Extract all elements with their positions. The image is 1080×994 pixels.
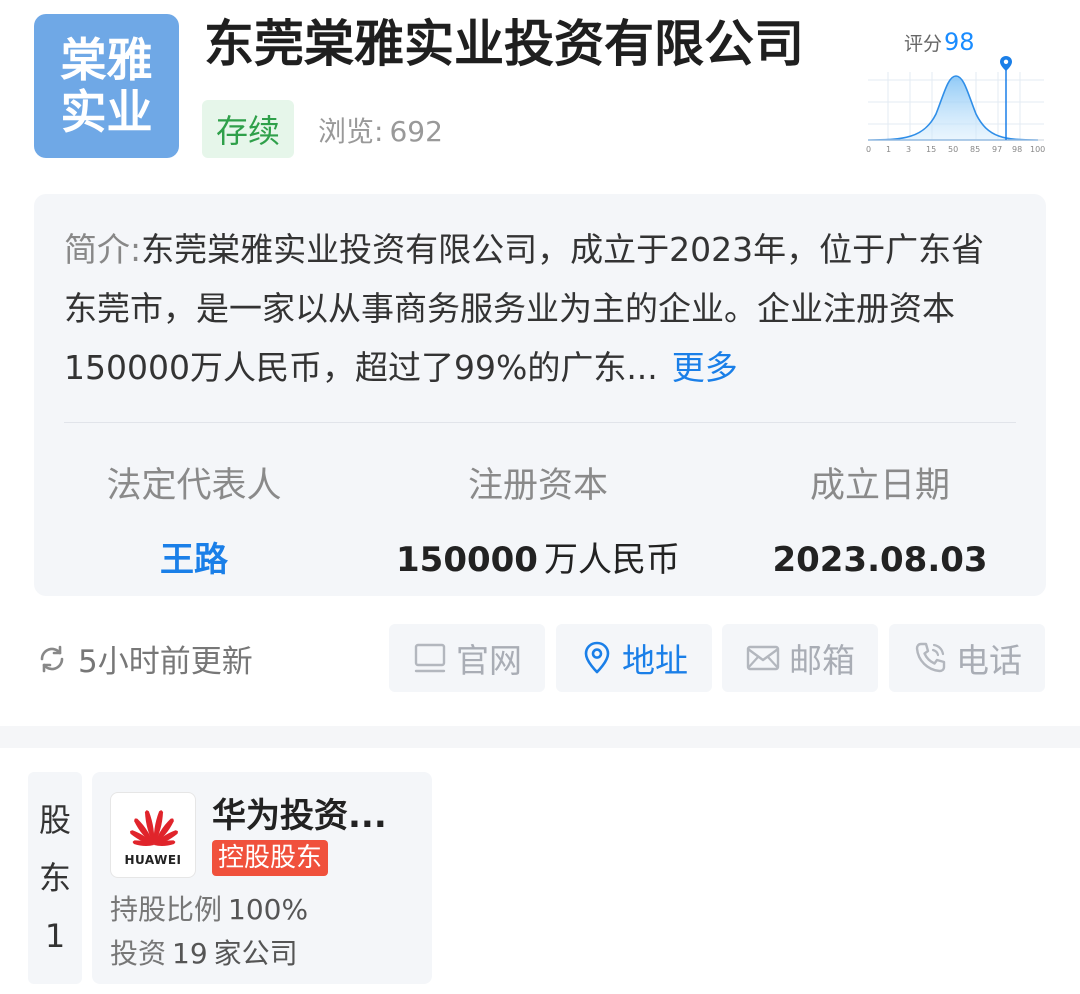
view-count: 浏览: 692 (318, 110, 443, 150)
intro-label: 简介: (64, 230, 142, 269)
mail-icon (746, 645, 780, 671)
shareholder-tab-count: 1 (44, 917, 66, 955)
website-label: 官网 (456, 641, 522, 680)
email-label: 邮箱 (789, 641, 855, 680)
view-count-label: 浏览: (318, 115, 384, 148)
shareholder-name[interactable]: 华为投资... (212, 788, 387, 837)
capital-unit: 万人民币 (543, 540, 680, 580)
score-tick: 15 (926, 145, 936, 154)
score-widget[interactable]: 评分98 0 1 3 15 50 85 97 98 100 (864, 26, 1048, 158)
capital-block: 注册资本 150000 万人民币 (388, 464, 688, 582)
capital-label: 注册资本 (467, 466, 608, 506)
refresh-icon (40, 645, 64, 672)
status-badge: 存续 (202, 100, 294, 158)
shareholder-tab-char: 股 (38, 801, 71, 839)
huawei-logo: HUAWEI (110, 792, 196, 878)
shareholding-ratio-value: 100% (228, 893, 309, 926)
website-button[interactable]: 官网 (389, 624, 545, 692)
intro-body: 东莞棠雅实业投资有限公司，成立于2023年，位于广东省东莞市，是一家以从事商务服… (64, 230, 985, 387)
shareholder-tab-char: 东 (38, 859, 71, 897)
score-tick: 0 (866, 145, 871, 154)
founded-date-block: 成立日期 2023.08.03 (730, 464, 1030, 582)
score-tick: 97 (992, 145, 1002, 154)
email-button[interactable]: 邮箱 (722, 624, 878, 692)
score-tick: 85 (970, 145, 980, 154)
intro-card: 简介:东莞棠雅实业投资有限公司，成立于2023年，位于广东省东莞市，是一家以从事… (34, 194, 1046, 596)
score-tick: 1 (886, 145, 891, 154)
score-tick: 50 (948, 145, 958, 154)
score-label: 评分98 (904, 28, 975, 56)
score-tick: 98 (1012, 145, 1022, 154)
founded-date-value: 2023.08.03 (772, 540, 988, 580)
score-distribution-chart: 0 1 3 15 50 85 97 98 100 (866, 56, 1045, 154)
phone-icon (915, 642, 946, 673)
score-tick: 100 (1030, 145, 1045, 154)
founded-date-label: 成立日期 (809, 466, 950, 506)
shareholding-ratio-label: 持股比例 (110, 893, 223, 926)
investment-label: 投资 (110, 937, 167, 970)
company-logo-line1: 棠雅 (60, 33, 153, 87)
more-link[interactable]: 更多 (672, 348, 738, 387)
update-text: 5小时前更新 (78, 644, 253, 680)
shareholding-ratio: 持股比例 100% (110, 888, 308, 928)
capital-amount: 150000 (396, 540, 538, 580)
address-label: 地址 (622, 641, 688, 680)
shareholder-card[interactable]: HUAWEI 华为投资... 控股股东 持股比例 100% 投资 19 家公司 (92, 772, 432, 984)
intro-text: 简介:东莞棠雅实业投资有限公司，成立于2023年，位于广东省东莞市，是一家以从事… (64, 220, 1014, 397)
address-button[interactable]: 地址 (556, 624, 712, 692)
legal-rep-block: 法定代表人 王路 (44, 464, 344, 582)
monitor-icon (414, 643, 446, 673)
phone-label: 电话 (956, 641, 1022, 680)
score-value: 98 (944, 28, 975, 56)
company-logo-line2: 实业 (60, 85, 153, 139)
company-name: 东莞棠雅实业投资有限公司 (204, 15, 804, 73)
divider (64, 422, 1016, 423)
section-separator (0, 726, 1080, 748)
view-count-value: 692 (389, 115, 443, 148)
legal-rep-link[interactable]: 王路 (44, 538, 344, 582)
huawei-logo-text: HUAWEI (124, 853, 182, 867)
phone-button[interactable]: 电话 (889, 624, 1045, 692)
score-axis-ticks: 0 1 3 15 50 85 97 98 100 (866, 145, 1045, 154)
shareholder-tab[interactable]: 股 东 1 (28, 772, 82, 984)
update-status[interactable]: 5小时前更新 (36, 636, 253, 681)
investment-count-value: 19 (172, 937, 208, 970)
huawei-flower-icon (130, 810, 178, 846)
score-bell-curve (867, 75, 1039, 141)
location-pin-icon (584, 641, 610, 674)
investment-unit: 家公司 (213, 937, 298, 970)
capital-value: 150000 万人民币 (388, 538, 688, 582)
company-logo: 棠雅 实业 (34, 14, 179, 158)
controlling-shareholder-badge: 控股股东 (212, 840, 329, 876)
score-label-text: 评分 (904, 33, 943, 55)
legal-rep-label: 法定代表人 (106, 466, 282, 506)
location-pin-icon (1000, 56, 1012, 71)
investment-count: 投资 19 家公司 (110, 932, 298, 972)
score-tick: 3 (906, 145, 911, 154)
